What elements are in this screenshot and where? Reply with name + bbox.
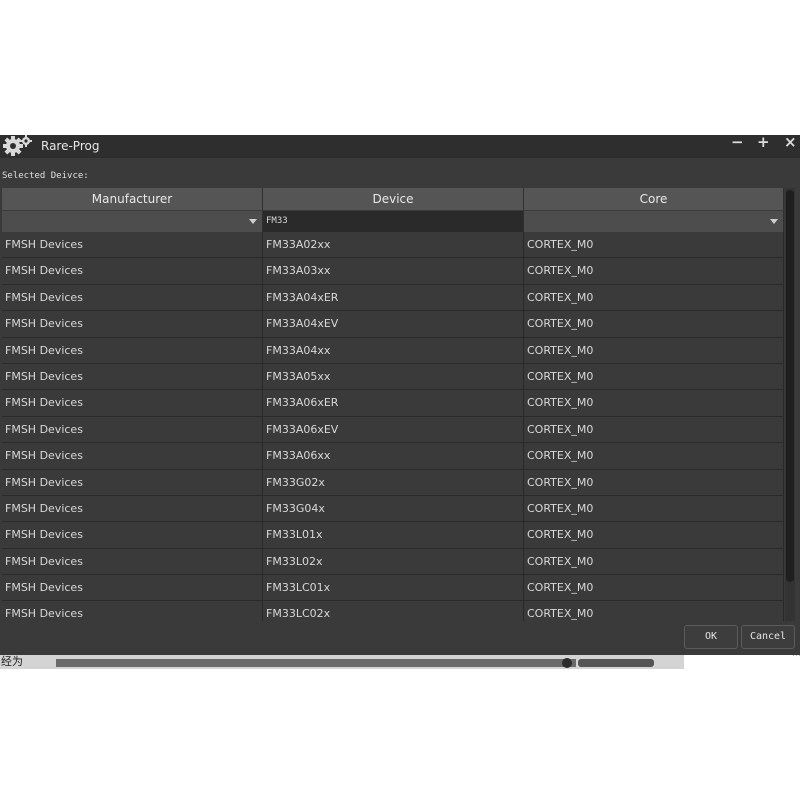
- table-row[interactable]: FMSH Devices FM33A02xx CORTEX_M0: [2, 232, 784, 259]
- cell-manufacturer: FMSH Devices: [2, 258, 263, 284]
- table-row[interactable]: FMSH Devices FM33L02x CORTEX_M0: [2, 548, 784, 576]
- vertical-scrollbar[interactable]: [785, 188, 795, 621]
- cell-manufacturer: FMSH Devices: [2, 363, 263, 390]
- cell-device: FM33G02x: [263, 469, 524, 495]
- cell-core: CORTEX_M0: [524, 311, 784, 337]
- column-header-core[interactable]: Core: [524, 188, 784, 210]
- cell-manufacturer: FMSH Devices: [2, 522, 263, 548]
- cell-device: FM33L01x: [263, 522, 524, 548]
- cell-manufacturer: FMSH Devices: [2, 416, 263, 443]
- close-button[interactable]: ×: [784, 134, 797, 150]
- table-row[interactable]: FMSH Devices FM33A04xER CORTEX_M0: [2, 284, 784, 312]
- table-row[interactable]: FMSH Devices FM33LC01x CORTEX_M0: [2, 575, 784, 602]
- cell-device: FM33A06xx: [263, 443, 524, 469]
- manufacturer-filter-dropdown[interactable]: [2, 211, 263, 232]
- cell-manufacturer: FMSH Devices: [2, 337, 263, 363]
- table-body: FMSH Devices FM33A02xx CORTEX_M0 FMSH Devic…: [2, 232, 784, 621]
- title-bar[interactable]: Rare-Prog − + ×: [0, 134, 800, 158]
- cell-core: CORTEX_M0: [524, 284, 784, 311]
- background-toolbar-strip: [56, 659, 576, 667]
- ok-button[interactable]: OK: [684, 625, 738, 649]
- cell-manufacturer: FMSH Devices: [2, 232, 263, 258]
- chevron-down-icon: [249, 219, 257, 224]
- cell-device: FM33LC01x: [263, 575, 524, 601]
- cell-core: CORTEX_M0: [524, 337, 784, 363]
- maximize-button[interactable]: +: [757, 134, 770, 150]
- cell-manufacturer: FMSH Devices: [2, 575, 263, 601]
- cell-device: FM33A06xEV: [263, 416, 524, 443]
- cell-manufacturer: FMSH Devices: [2, 469, 263, 495]
- cell-device: FM33LC02x: [263, 601, 524, 621]
- cell-device: FM33A03xx: [263, 258, 524, 284]
- background-button: [578, 659, 654, 667]
- cancel-button[interactable]: Cancel: [741, 625, 795, 649]
- cell-manufacturer: FMSH Devices: [2, 443, 263, 469]
- table-row[interactable]: FMSH Devices FM33A06xEV CORTEX_M0: [2, 416, 784, 444]
- chevron-down-icon: [770, 219, 778, 224]
- cell-manufacturer: FMSH Devices: [2, 495, 263, 522]
- cell-device: FM33L02x: [263, 548, 524, 575]
- cell-core: CORTEX_M0: [524, 495, 784, 522]
- cell-core: CORTEX_M0: [524, 601, 784, 621]
- window-title: Rare-Prog: [41, 139, 100, 153]
- cell-core: CORTEX_M0: [524, 522, 784, 548]
- table-row[interactable]: FMSH Devices FM33L01x CORTEX_M0: [2, 522, 784, 549]
- cell-core: CORTEX_M0: [524, 258, 784, 284]
- cell-core: CORTEX_M0: [524, 548, 784, 575]
- device-select-dialog: Rare-Prog − + × Selected Deivce: Manufac…: [0, 134, 800, 655]
- scrollbar-thumb[interactable]: [786, 190, 794, 582]
- cell-manufacturer: FMSH Devices: [2, 284, 263, 311]
- table-row[interactable]: FMSH Devices FM33A04xEV CORTEX_M0: [2, 311, 784, 338]
- cell-device: FM33A06xER: [263, 390, 524, 416]
- cell-device: FM33A05xx: [263, 363, 524, 390]
- gear-icon: [3, 135, 32, 156]
- column-header-device[interactable]: Device: [263, 188, 524, 210]
- table-row[interactable]: FMSH Devices FM33A04xx CORTEX_M0: [2, 337, 784, 364]
- cell-manufacturer: FMSH Devices: [2, 390, 263, 416]
- cell-core: CORTEX_M0: [524, 232, 784, 258]
- cell-core: CORTEX_M0: [524, 575, 784, 601]
- table-row[interactable]: FMSH Devices FM33A06xER CORTEX_M0: [2, 390, 784, 417]
- cell-core: CORTEX_M0: [524, 390, 784, 416]
- cell-core: CORTEX_M0: [524, 469, 784, 495]
- minimize-button[interactable]: −: [731, 134, 744, 150]
- device-table: Manufacturer Device Core FM33 FMSH Devic…: [2, 188, 784, 621]
- cell-device: FM33A04xEV: [263, 311, 524, 337]
- background-window-text: 经为: [1, 655, 23, 668]
- column-header-manufacturer[interactable]: Manufacturer: [2, 188, 263, 210]
- selected-device-label: Selected Deivce:: [2, 171, 89, 181]
- table-row[interactable]: FMSH Devices FM33G02x CORTEX_M0: [2, 469, 784, 496]
- cell-manufacturer: FMSH Devices: [2, 311, 263, 337]
- device-filter-input[interactable]: FM33: [263, 211, 524, 232]
- cell-core: CORTEX_M0: [524, 363, 784, 390]
- core-filter-dropdown[interactable]: [524, 211, 784, 232]
- cell-device: FM33A04xER: [263, 284, 524, 311]
- table-row[interactable]: FMSH Devices FM33G04x CORTEX_M0: [2, 495, 784, 523]
- table-row[interactable]: FMSH Devices FM33A06xx CORTEX_M0: [2, 443, 784, 470]
- cell-device: FM33A02xx: [263, 232, 524, 258]
- cell-manufacturer: FMSH Devices: [2, 548, 263, 575]
- table-row[interactable]: FMSH Devices FM33LC02x CORTEX_M0: [2, 601, 784, 621]
- background-slider-knob: [562, 658, 572, 668]
- cell-device: FM33G04x: [263, 495, 524, 522]
- table-row[interactable]: FMSH Devices FM33A03xx CORTEX_M0: [2, 258, 784, 285]
- cell-device: FM33A04xx: [263, 337, 524, 363]
- cell-core: CORTEX_M0: [524, 443, 784, 469]
- background-window: 经为: [0, 655, 684, 669]
- table-row[interactable]: FMSH Devices FM33A05xx CORTEX_M0: [2, 363, 784, 391]
- cell-manufacturer: FMSH Devices: [2, 601, 263, 621]
- cell-core: CORTEX_M0: [524, 416, 784, 443]
